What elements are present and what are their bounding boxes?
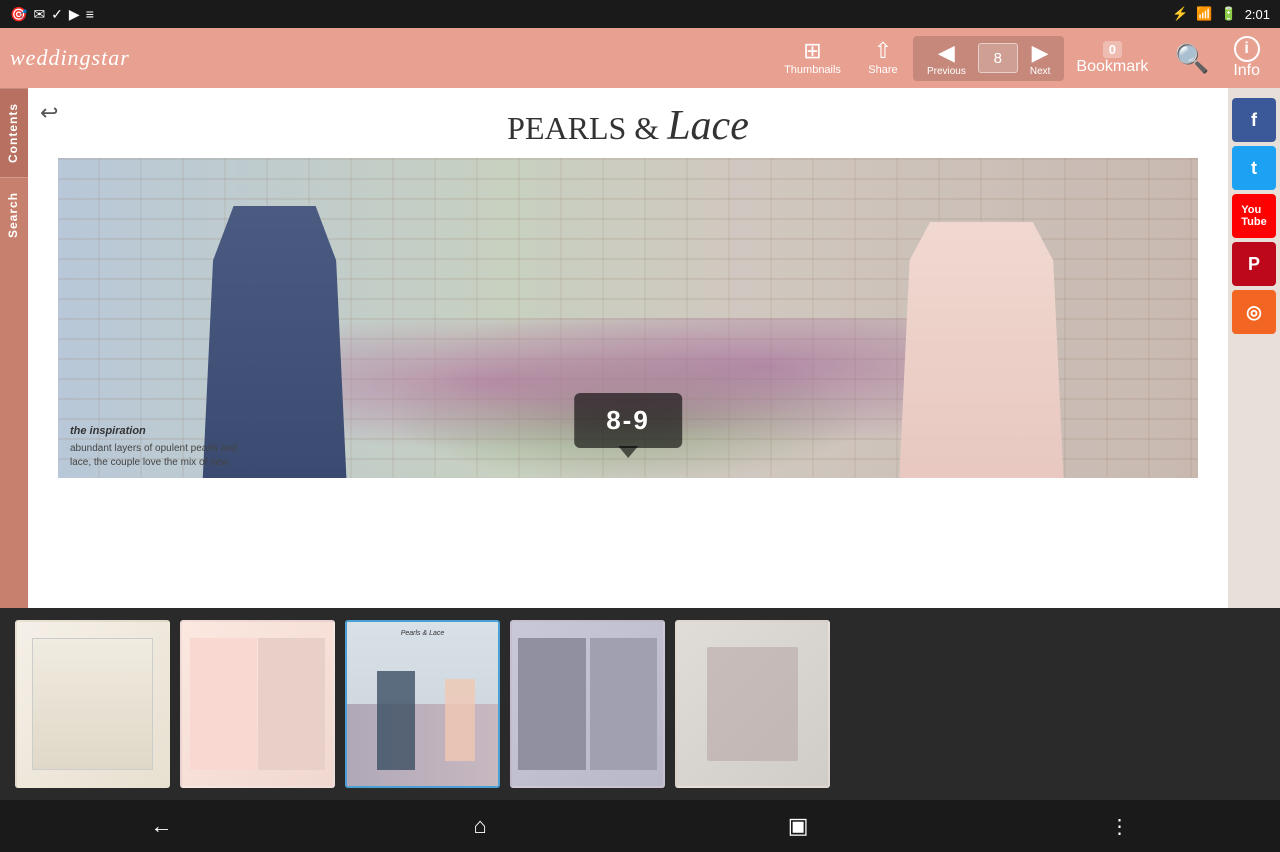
bottom-more-icon: ⋮ <box>1109 816 1129 838</box>
page-area: ↩ PEARLS & Lace <box>28 88 1228 608</box>
wifi-icon: 📶 <box>1196 6 1212 22</box>
thumbnail-2[interactable] <box>180 620 335 788</box>
bottom-nav: ← ⌂ ▣ ⋮ <box>0 800 1280 852</box>
overlay-arrow <box>618 446 638 458</box>
status-right-icons: ⚡ 📶 🔋 2:01 <box>1172 6 1270 22</box>
check-icon: ✓ <box>51 6 63 23</box>
twitter-button[interactable]: t <box>1232 146 1276 190</box>
next-label: Next <box>1030 66 1051 77</box>
caption-area: the inspiration abundant layers of opule… <box>58 415 258 479</box>
page-content: ↩ PEARLS & Lace <box>28 88 1228 608</box>
pinterest-icon: P <box>1248 254 1260 275</box>
title-text-part1: PEARLS & <box>507 110 667 146</box>
left-sidebar: Contents Search <box>0 88 28 608</box>
info-label: Info <box>1233 62 1260 80</box>
title-cursive: Lace <box>667 103 749 149</box>
youtube-icon: YouTube <box>1241 204 1266 228</box>
search-icon: 🔍 <box>1174 43 1209 74</box>
pinterest-button[interactable]: P <box>1232 242 1276 286</box>
rss-button[interactable]: ◎ <box>1232 290 1276 334</box>
thumbnail-strip: Pearls & Lace <box>0 608 1280 800</box>
right-sidebar: f t YouTube P ◎ <box>1228 88 1280 608</box>
lines-icon: ≡ <box>86 6 94 22</box>
thumbnails-icon: ⊞ <box>803 40 821 62</box>
previous-icon: ◀ <box>938 40 955 66</box>
bookmark-count: 0 <box>1103 41 1122 58</box>
info-icon: i <box>1234 36 1260 62</box>
share-label: Share <box>868 64 897 76</box>
share-icon: ⇧ <box>874 40 892 62</box>
contents-label: Contents <box>6 103 20 163</box>
next-icon: ▶ <box>1032 40 1049 66</box>
bookmark-label: Bookmark <box>1076 58 1148 76</box>
status-bar: 🎯 ✉ ✓ ▶ ≡ ⚡ 📶 🔋 2:01 <box>0 0 1280 28</box>
caption-italic: the inspiration <box>70 425 146 437</box>
play-icon: ▶ <box>69 6 80 23</box>
bottom-recent-button[interactable]: ▣ <box>768 805 829 847</box>
search-label: Search <box>6 192 20 238</box>
main-image: 8-9 the inspiration abundant layers of o… <box>58 158 1198 478</box>
caption-body: abundant layers of opulent pearls and la… <box>70 442 246 470</box>
bluetooth-icon: ⚡ <box>1172 6 1188 22</box>
next-button[interactable]: ▶ Next <box>1022 38 1059 79</box>
status-left-icons: 🎯 ✉ ✓ ▶ ≡ <box>10 6 94 23</box>
brand-logo: weddingstar <box>10 45 130 71</box>
search-button[interactable]: 🔍 <box>1160 38 1223 79</box>
gmail-icon: ✉ <box>33 6 45 23</box>
caption-title: the inspiration <box>70 423 246 440</box>
bottom-recent-icon: ▣ <box>788 813 809 838</box>
facebook-icon: f <box>1251 110 1257 131</box>
clock: 2:01 <box>1245 7 1270 22</box>
search-tab[interactable]: Search <box>0 177 28 252</box>
bottom-back-button[interactable]: ← <box>130 805 192 847</box>
page-number-text: 8-9 <box>606 405 650 435</box>
info-button[interactable]: i Info <box>1223 32 1270 84</box>
thumbnails-button[interactable]: ⊞ Thumbnails <box>772 36 853 80</box>
share-button[interactable]: ⇧ Share <box>853 36 913 80</box>
thumbnail-5[interactable] <box>675 620 830 788</box>
battery-icon: 🔋 <box>1221 6 1237 22</box>
rss-icon: ◎ <box>1246 302 1262 323</box>
thumb-inner-2 <box>182 622 333 786</box>
bookmark-button[interactable]: 0 Bookmark <box>1064 37 1160 80</box>
bottom-back-icon: ← <box>150 813 172 838</box>
bottom-home-icon: ⌂ <box>473 813 486 838</box>
thumbnail-3-active[interactable]: Pearls & Lace <box>345 620 500 788</box>
bottom-home-button[interactable]: ⌂ <box>453 805 506 847</box>
thumb-inner-3: Pearls & Lace <box>347 622 498 786</box>
main-area: Contents Search ↩ PEARLS & Lace <box>0 88 1280 608</box>
youtube-button[interactable]: YouTube <box>1232 194 1276 238</box>
toolbar: weddingstar ⊞ Thumbnails ⇧ Share ◀ Previ… <box>0 28 1280 88</box>
bottom-more-button[interactable]: ⋮ <box>1089 806 1149 847</box>
previous-label: Previous <box>927 66 966 77</box>
thumbnail-1[interactable] <box>15 620 170 788</box>
twitter-icon: t <box>1251 158 1257 179</box>
thumb-inner-1 <box>17 622 168 786</box>
thumb-inner-5 <box>677 622 828 786</box>
back-arrow-button[interactable]: ↩ <box>40 100 58 126</box>
page-number-input[interactable] <box>978 43 1018 73</box>
page-number-overlay: 8-9 <box>574 393 682 448</box>
page-navigation: ◀ Previous ▶ Next <box>913 36 1064 81</box>
previous-button[interactable]: ◀ Previous <box>919 38 974 79</box>
thumbnails-label: Thumbnails <box>784 64 841 76</box>
app-icon: 🎯 <box>10 6 27 23</box>
back-arrow-icon: ↩ <box>40 100 58 125</box>
facebook-button[interactable]: f <box>1232 98 1276 142</box>
thumb-inner-4 <box>512 622 663 786</box>
contents-tab[interactable]: Contents <box>0 88 28 177</box>
page-title: PEARLS & Lace <box>28 88 1228 158</box>
thumbnail-4[interactable] <box>510 620 665 788</box>
